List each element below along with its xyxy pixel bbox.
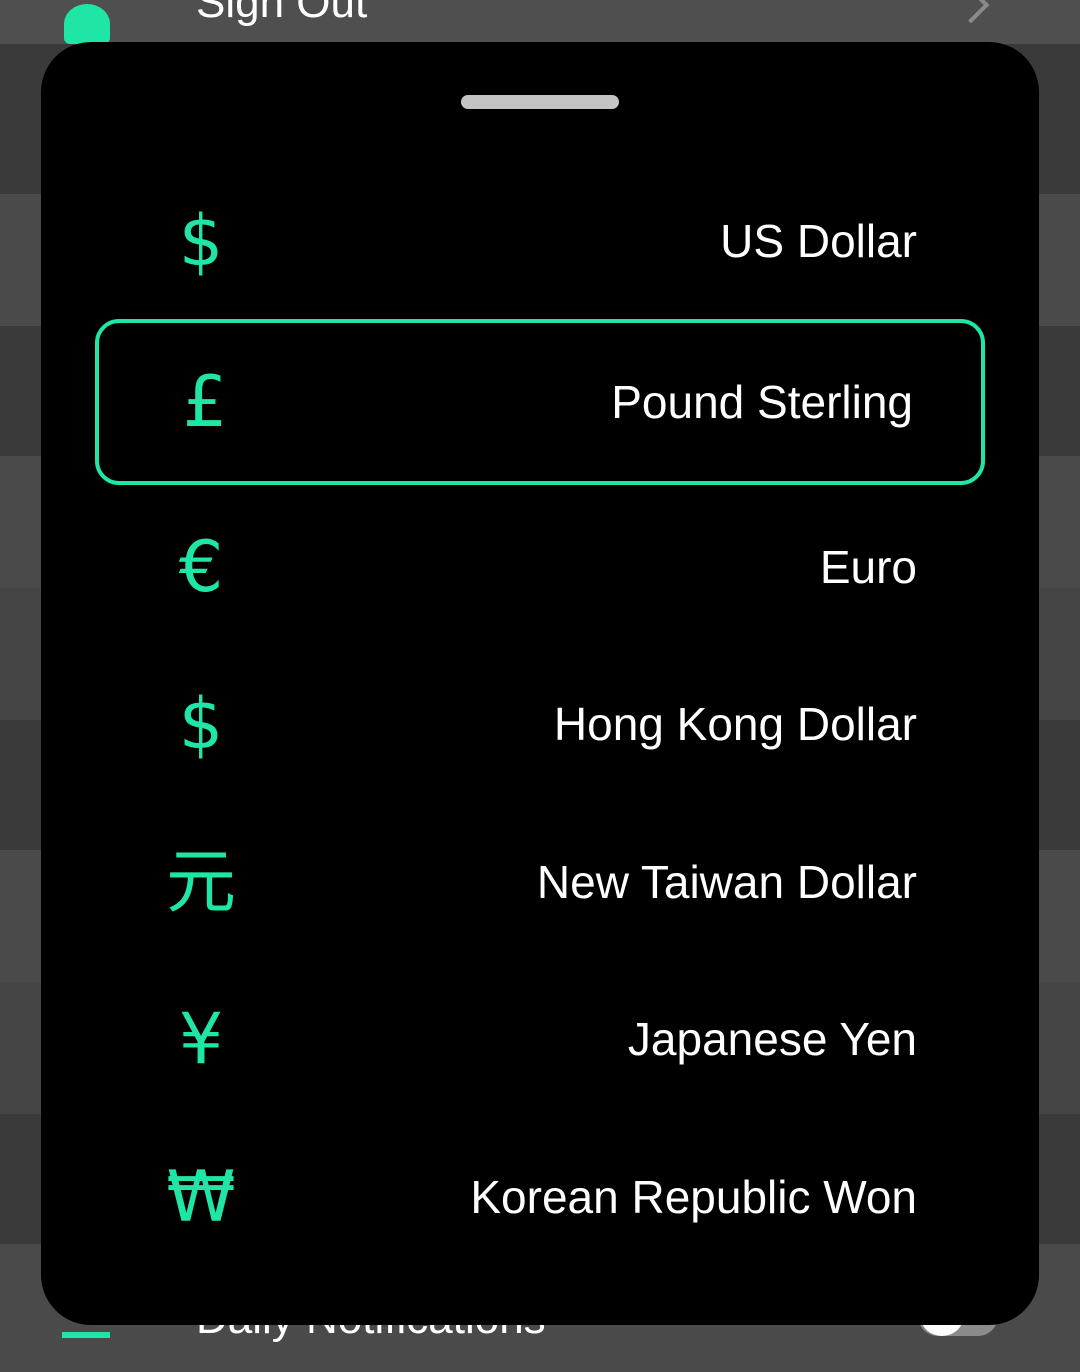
currency-option-gbp[interactable]: £ Pound Sterling (95, 319, 985, 485)
currency-option-jpy[interactable]: ¥ Japanese Yen (95, 956, 985, 1122)
yuan-sign-icon: 元 (166, 841, 236, 923)
currency-label: US Dollar (720, 215, 917, 267)
dollar-sign-icon: $ (178, 200, 224, 282)
currency-option-twd[interactable]: 元 New Taiwan Dollar (95, 799, 985, 965)
sheet-drag-handle[interactable] (461, 95, 619, 109)
currency-label: Japanese Yen (627, 1013, 917, 1065)
currency-option-krw[interactable]: ₩ Korean Republic Won (95, 1114, 985, 1280)
currency-label: New Taiwan Dollar (536, 856, 917, 908)
won-sign-icon: ₩ (166, 1156, 236, 1238)
currency-option-hkd[interactable]: $ Hong Kong Dollar (95, 641, 985, 807)
currency-option-eur[interactable]: € Euro (95, 484, 985, 650)
chevron-right-icon (952, 0, 990, 24)
currency-label: Hong Kong Dollar (553, 698, 917, 750)
currency-option-usd[interactable]: $ US Dollar (95, 158, 985, 324)
euro-sign-icon: € (178, 526, 224, 608)
pound-sign-icon: £ (182, 361, 228, 443)
yen-sign-icon: ¥ (178, 998, 224, 1080)
currency-label: Pound Sterling (611, 376, 913, 428)
sign-out-row[interactable]: Sign Out (0, 0, 1080, 44)
currency-label: Korean Republic Won (470, 1171, 917, 1223)
currency-bottom-sheet: $ US Dollar £ Pound Sterling € Euro $ Ho… (41, 42, 1039, 1325)
sign-out-icon (64, 4, 110, 44)
dollar-sign-icon: $ (178, 683, 224, 765)
currency-label: Euro (819, 541, 917, 593)
sign-out-label: Sign Out (196, 0, 368, 27)
